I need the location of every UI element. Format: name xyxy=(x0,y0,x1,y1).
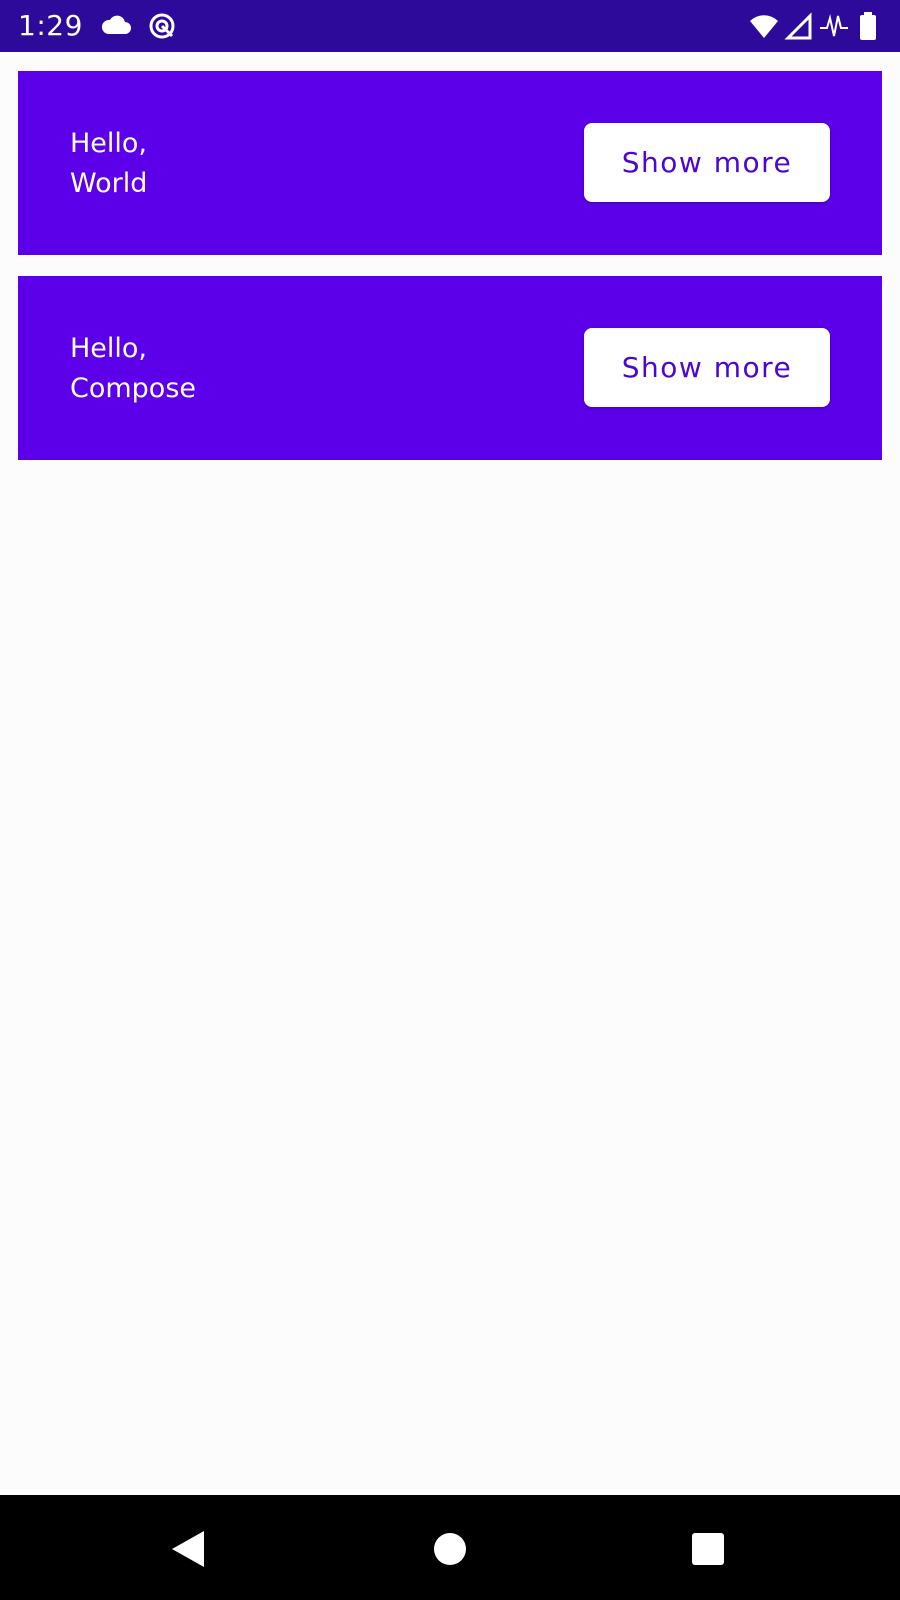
show-more-button[interactable]: Show more xyxy=(584,123,830,202)
wifi-icon xyxy=(748,12,780,40)
status-time: 1:29 xyxy=(18,9,83,42)
activity-icon xyxy=(818,12,850,40)
greeting-line-1: Hello, xyxy=(70,128,148,159)
greeting-line-2: World xyxy=(70,168,148,199)
data-saver-icon xyxy=(146,12,178,40)
app-screen: 1:29 Hello, World Show more Hello, Compo… xyxy=(0,0,900,1600)
back-icon[interactable] xyxy=(164,1525,212,1573)
greeting-text: Hello, Compose xyxy=(70,329,196,409)
greeting-card: Hello, World Show more xyxy=(18,71,882,255)
recents-icon[interactable] xyxy=(684,1525,732,1573)
battery-icon xyxy=(858,12,878,40)
greeting-card: Hello, Compose Show more xyxy=(18,276,882,460)
greeting-line-2: Compose xyxy=(70,373,197,404)
cellular-signal-icon xyxy=(784,12,816,40)
status-bar: 1:29 xyxy=(0,0,900,52)
greeting-line-1: Hello, xyxy=(70,333,148,364)
navigation-bar xyxy=(0,1495,900,1600)
cloud-icon xyxy=(100,12,132,40)
show-more-button[interactable]: Show more xyxy=(584,328,830,407)
home-icon[interactable] xyxy=(426,1525,474,1573)
greeting-text: Hello, World xyxy=(70,124,147,204)
